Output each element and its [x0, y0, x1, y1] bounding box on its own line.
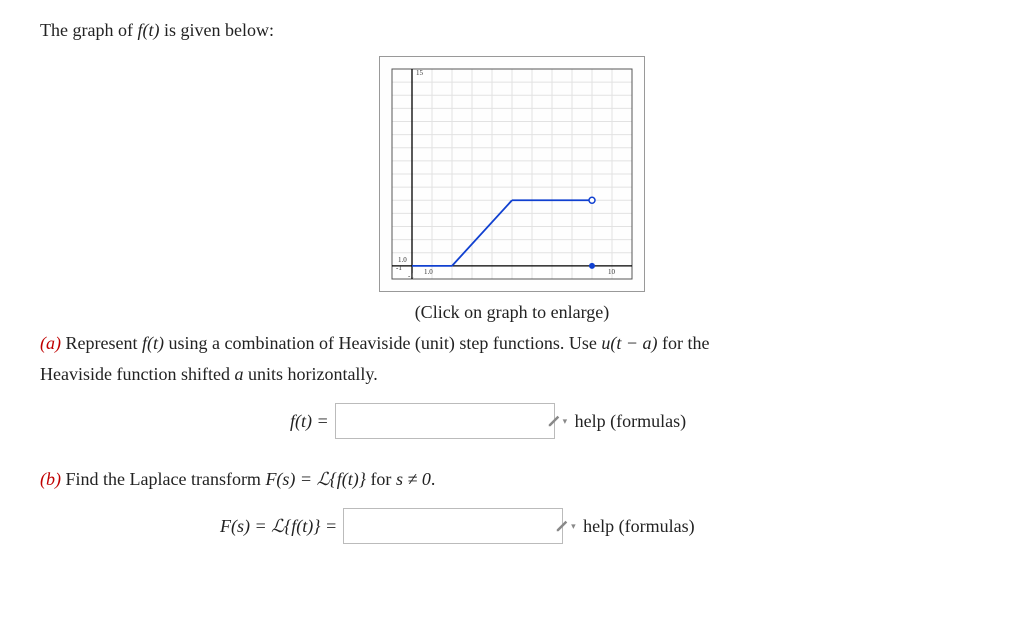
- function-graph[interactable]: 15 1.0 -1 1.0 -1 10: [382, 59, 642, 289]
- chevron-down-icon: ▾: [571, 521, 576, 532]
- graph-box[interactable]: 15 1.0 -1 1.0 -1 10: [379, 56, 645, 292]
- part-b-equation-row: F(s) = ℒ{f(t)} = ▾ help (formulas): [220, 508, 984, 544]
- part-a-equation-row: f(t) = ▾ help (formulas): [290, 403, 984, 439]
- part-a-input-wrapper[interactable]: ▾: [335, 403, 555, 439]
- part-b-help-link[interactable]: help (formulas): [583, 516, 694, 537]
- input-tools[interactable]: ▾: [555, 519, 582, 533]
- part-b-text: (b) Find the Laplace transform F(s) = ℒ{…: [40, 469, 984, 490]
- chevron-down-icon: ▾: [563, 416, 568, 427]
- part-b-input[interactable]: [344, 505, 555, 547]
- y-tick-15: 15: [416, 69, 424, 77]
- closed-point-icon: [589, 263, 595, 269]
- intro-fn: f(t): [137, 20, 159, 40]
- part-b-label: (b): [40, 469, 61, 489]
- part-a-input[interactable]: [336, 400, 547, 442]
- graph-container: 15 1.0 -1 1.0 -1 10: [40, 56, 984, 297]
- x-tick-neg1: -1: [396, 264, 402, 272]
- pencil-icon: [547, 414, 561, 428]
- origin-neg1: -1: [408, 272, 414, 280]
- x-tick-1: 1.0: [424, 268, 433, 276]
- part-a-lhs: f(t) =: [290, 411, 329, 432]
- input-tools[interactable]: ▾: [547, 414, 574, 428]
- intro-text: The graph of f(t) is given below:: [40, 20, 984, 41]
- intro-pre: The graph of: [40, 20, 137, 40]
- part-a-text: (a) Represent f(t) using a combination o…: [40, 333, 984, 354]
- intro-post: is given below:: [159, 20, 274, 40]
- pencil-icon: [555, 519, 569, 533]
- part-a-help-link[interactable]: help (formulas): [575, 411, 686, 432]
- y-tick-1: 1.0: [398, 256, 407, 264]
- part-a-label: (a): [40, 333, 61, 353]
- graph-caption: (Click on graph to enlarge): [40, 302, 984, 323]
- part-b-lhs: F(s) = ℒ{f(t)} =: [220, 516, 337, 537]
- x-tick-10: 10: [608, 268, 616, 276]
- open-point-icon: [589, 197, 595, 203]
- part-a-text-line2: Heaviside function shifted a units horiz…: [40, 364, 984, 385]
- part-b-input-wrapper[interactable]: ▾: [343, 508, 563, 544]
